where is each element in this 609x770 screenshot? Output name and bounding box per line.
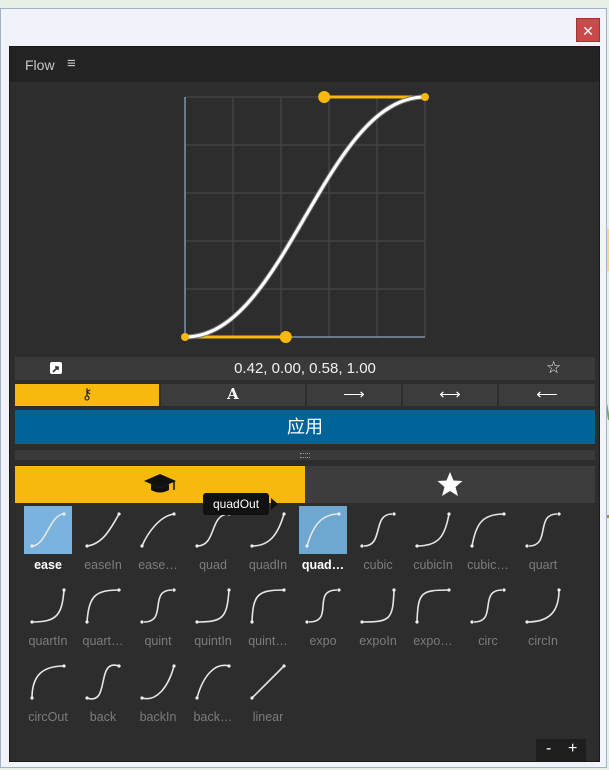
- star-outline-icon[interactable]: ☆: [546, 358, 561, 378]
- key-icon: ⚷: [81, 386, 93, 403]
- window-close-button[interactable]: ✕: [576, 18, 600, 42]
- preset-curve-icon: [24, 506, 72, 554]
- preset-item[interactable]: quint: [132, 582, 184, 652]
- preset-curve-icon: [299, 582, 347, 630]
- zoom-controls: - +: [536, 739, 586, 761]
- end-point: [421, 93, 429, 101]
- preset-label: circIn: [528, 634, 558, 648]
- curve-graph[interactable]: [10, 82, 600, 352]
- preset-item[interactable]: backIn: [132, 658, 184, 728]
- preset-curve-icon: [464, 506, 512, 554]
- preset-item[interactable]: circ: [462, 582, 514, 652]
- preset-curve-icon: [299, 506, 347, 554]
- preset-item[interactable]: quint…: [242, 582, 294, 652]
- preset-item[interactable]: quartIn: [22, 582, 74, 652]
- preset-curve-icon: [189, 582, 237, 630]
- mode-arrow-left-button[interactable]: ⟵: [499, 384, 595, 406]
- preset-curve-icon: [354, 506, 402, 554]
- preset-item[interactable]: back: [77, 658, 129, 728]
- mode-key-button[interactable]: ⚷: [15, 384, 159, 406]
- preset-item[interactable]: circOut: [22, 658, 74, 728]
- bezier-values[interactable]: 0.42, 0.00, 0.58, 1.00: [15, 360, 595, 377]
- preset-item[interactable]: quadIn: [242, 506, 294, 576]
- tab-favorites[interactable]: [305, 466, 595, 503]
- panel-header: Flow ≡: [10, 47, 599, 82]
- preset-curve-icon: [79, 658, 127, 706]
- flow-panel: Flow ≡ 0.42, 0.00, 0.58, 1.00 ☆ ⚷ A ⟶ ⟷ …: [9, 46, 600, 762]
- zoom-out-button[interactable]: -: [546, 740, 551, 758]
- preset-curve-icon: [79, 582, 127, 630]
- arrow-right-icon: ⟶: [343, 386, 365, 403]
- preset-item[interactable]: cubic…: [462, 506, 514, 576]
- app-window: ✕ Flow ≡ 0.42, 0.00, 0.58, 1.00 ☆ ⚷ A ⟶ …: [0, 8, 607, 768]
- value-bar: 0.42, 0.00, 0.58, 1.00 ☆: [15, 357, 595, 380]
- window-titlebar[interactable]: ✕: [1, 9, 606, 45]
- bezier-curve: [184, 95, 426, 339]
- preset-curve-icon: [519, 506, 567, 554]
- preset-item[interactable]: ease: [22, 506, 74, 576]
- mode-arrow-right-button[interactable]: ⟶: [307, 384, 401, 406]
- preset-curve-icon: [134, 506, 182, 554]
- panel-title: Flow: [25, 57, 55, 73]
- preset-curve-icon: [134, 582, 182, 630]
- mode-toolbar: ⚷ A ⟶ ⟷ ⟵: [15, 384, 595, 406]
- tooltip-arrow: [271, 498, 278, 510]
- apply-button[interactable]: 应用: [15, 410, 595, 444]
- preset-label: quart: [528, 558, 558, 572]
- preset-item[interactable]: quart…: [77, 582, 129, 652]
- mode-arrow-both-button[interactable]: ⟷: [403, 384, 497, 406]
- hamburger-menu-icon[interactable]: ≡: [67, 55, 76, 72]
- zoom-in-button[interactable]: +: [568, 740, 577, 758]
- preset-curve-icon: [24, 582, 72, 630]
- preset-item[interactable]: quad: [187, 506, 239, 576]
- preset-item[interactable]: back…: [187, 658, 239, 728]
- preset-item[interactable]: easeIn: [77, 506, 129, 576]
- preset-item[interactable]: quad…: [297, 506, 349, 576]
- preset-curve-icon: [354, 582, 402, 630]
- arrow-both-icon: ⟷: [439, 386, 461, 403]
- preset-curve-icon: [409, 506, 457, 554]
- preset-curve-icon: [79, 506, 127, 554]
- preset-item[interactable]: cubic: [352, 506, 404, 576]
- control-point-2[interactable]: [318, 91, 331, 103]
- grip-icon: [300, 453, 310, 458]
- preset-curve-icon: [464, 582, 512, 630]
- mode-text-button[interactable]: A: [161, 384, 305, 406]
- preset-curve-icon: [244, 658, 292, 706]
- preset-item[interactable]: ease…: [132, 506, 184, 576]
- preset-curve-icon: [134, 658, 182, 706]
- preset-tooltip: quadOut: [203, 493, 270, 515]
- preset-curve-icon: [409, 582, 457, 630]
- splitter-handle[interactable]: [15, 450, 595, 460]
- control-point-1[interactable]: [279, 331, 292, 343]
- preset-item[interactable]: circIn: [517, 582, 569, 652]
- star-icon: [437, 472, 463, 496]
- preset-item[interactable]: quintIn: [187, 582, 239, 652]
- preset-curve-icon: [244, 582, 292, 630]
- arrow-left-icon: ⟵: [536, 386, 558, 403]
- preset-item[interactable]: cubicIn: [407, 506, 459, 576]
- preset-item[interactable]: expoIn: [352, 582, 404, 652]
- preset-grid: ease easeIn ease… quad quadIn quad… cubic cubic…: [10, 506, 599, 736]
- preset-curve-icon: [189, 658, 237, 706]
- preset-item[interactable]: expo: [297, 582, 349, 652]
- start-point: [181, 333, 189, 341]
- preset-item[interactable]: linear: [242, 658, 294, 728]
- preset-curve-icon: [24, 658, 72, 706]
- curve-editor[interactable]: [10, 82, 600, 352]
- preset-tabs: [15, 466, 595, 503]
- preset-label: linear: [252, 710, 284, 724]
- preset-item[interactable]: expo…: [407, 582, 459, 652]
- graduation-cap-icon: [144, 474, 176, 493]
- preset-curve-icon: [519, 582, 567, 630]
- text-icon: A: [227, 385, 239, 403]
- preset-item[interactable]: quart: [517, 506, 569, 576]
